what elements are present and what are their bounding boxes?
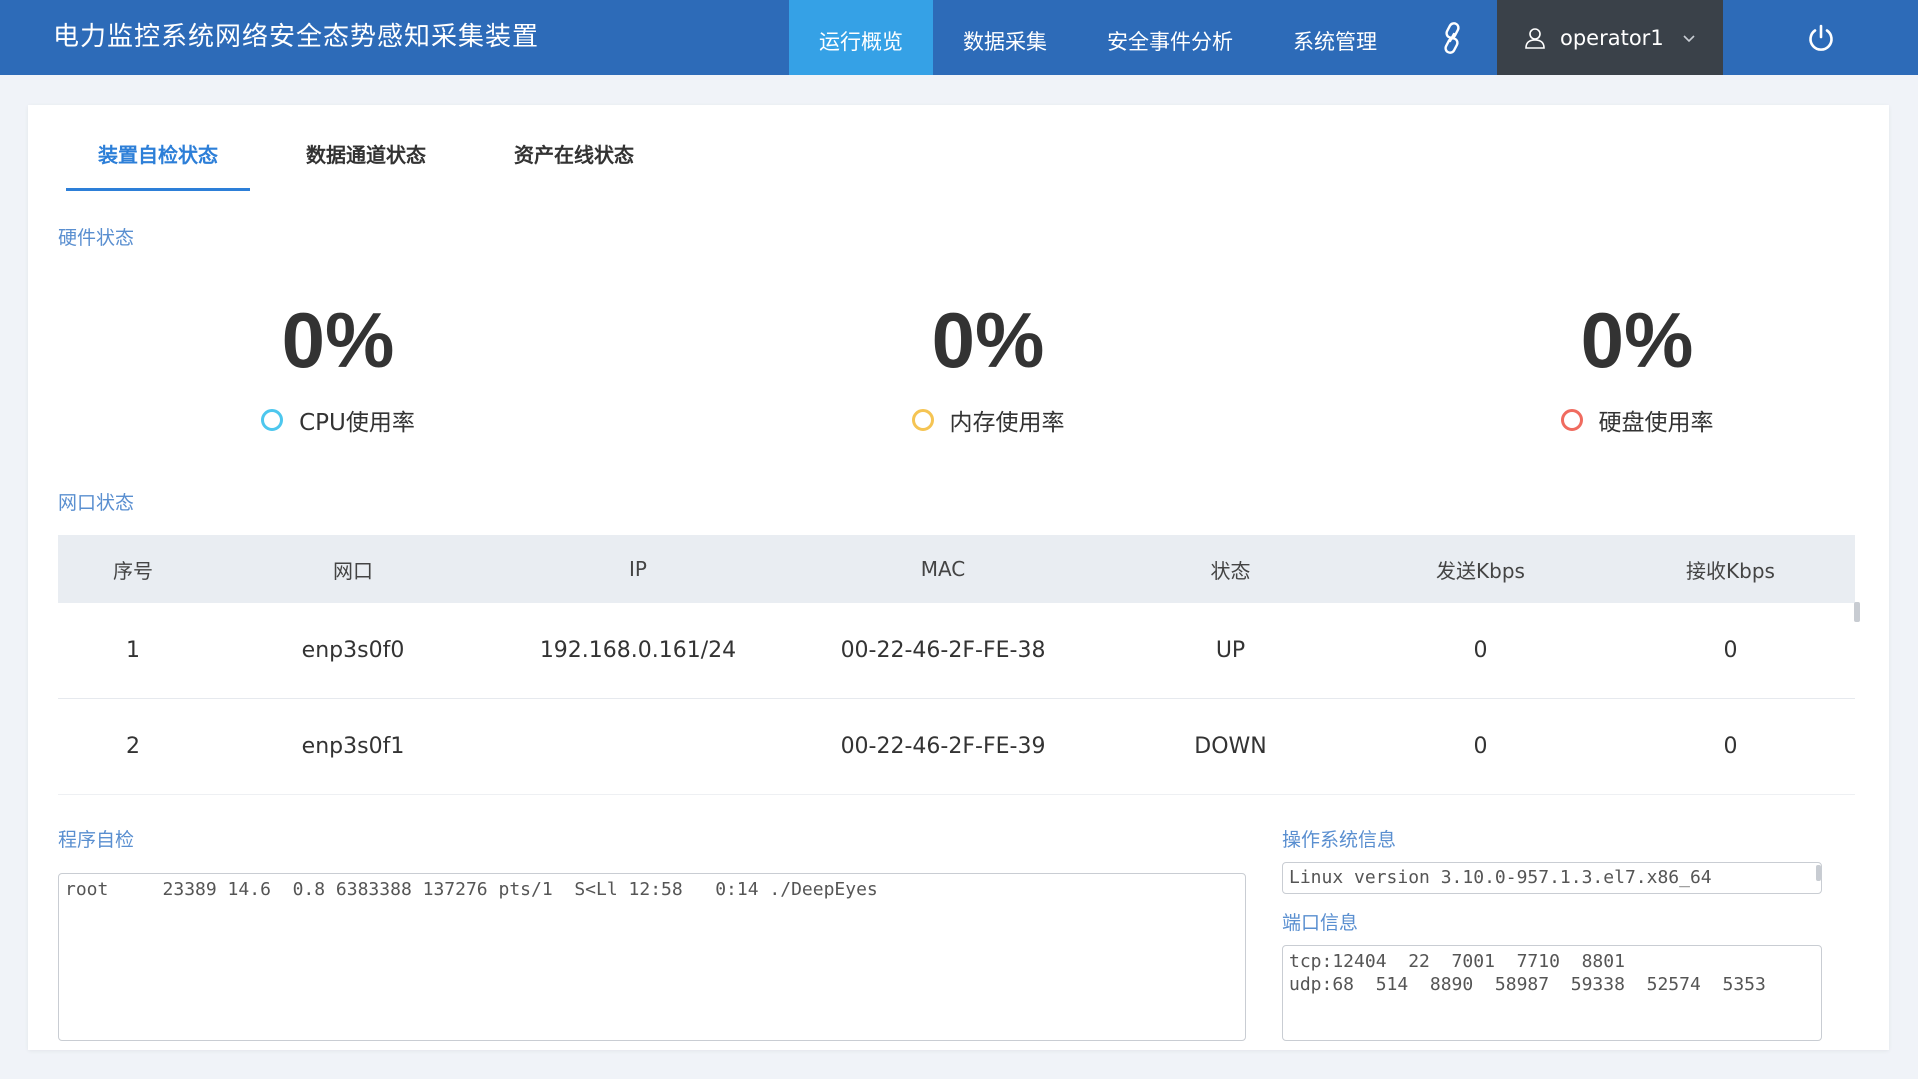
nav-security-event-analysis[interactable]: 安全事件分析 <box>1077 0 1263 75</box>
table-row: 1 enp3s0f0 192.168.0.161/24 00-22-46-2F-… <box>58 603 1855 699</box>
username: operator1 <box>1560 25 1664 50</box>
link-icon <box>1437 21 1467 55</box>
column-header: IP <box>629 557 647 581</box>
tab-data-channel-status[interactable]: 数据通道状态 <box>274 105 458 191</box>
cpu-usage-metric: 0% CPU使用率 <box>178 295 498 437</box>
table-cell: 00-22-46-2F-FE-38 <box>840 638 1046 663</box>
cpu-usage-label: CPU使用率 <box>299 410 415 436</box>
hardware-section-label: 硬件状态 <box>58 227 135 249</box>
table-cell: DOWN <box>1194 734 1267 759</box>
table-row: 2 enp3s0f1 00-22-46-2F-FE-39 DOWN 0 0 <box>58 699 1855 795</box>
nav-overview[interactable]: 运行概览 <box>789 0 933 75</box>
table-cell: 2 <box>126 734 140 759</box>
column-header: 序号 <box>113 558 153 583</box>
disk-usage-metric: 0% 硬盘使用率 <box>1477 295 1797 437</box>
logout-button[interactable] <box>1781 0 1861 75</box>
table-cell: 192.168.0.161/24 <box>539 638 737 663</box>
table-cell: 1 <box>126 638 140 663</box>
table-cell: 0 <box>1473 638 1488 663</box>
os-info-section-label: 操作系统信息 <box>1282 829 1397 851</box>
memory-usage-value: 0% <box>931 296 1045 384</box>
link-button[interactable] <box>1407 0 1497 75</box>
table-cell: 0 <box>1473 734 1488 759</box>
user-icon <box>1524 27 1546 49</box>
port-info-section-label: 端口信息 <box>1282 912 1359 934</box>
disk-usage-label: 硬盘使用率 <box>1598 410 1714 436</box>
nav-data-collection[interactable]: 数据采集 <box>933 0 1077 75</box>
program-check-output[interactable]: root 23389 14.6 0.8 6383388 137276 pts/1… <box>58 873 1246 1041</box>
column-header: 发送Kbps <box>1436 558 1525 583</box>
user-menu[interactable]: operator1 <box>1497 0 1723 75</box>
table-cell: 0 <box>1723 734 1738 759</box>
column-header: 状态 <box>1210 558 1251 583</box>
chevron-down-icon <box>1682 33 1696 43</box>
column-header: MAC <box>920 557 966 581</box>
cpu-usage-value: 0% <box>281 296 395 384</box>
table-cell: 00-22-46-2F-FE-39 <box>840 734 1046 759</box>
os-info-scrollbar[interactable] <box>1816 865 1821 881</box>
disk-usage-value: 0% <box>1580 296 1694 384</box>
tab-asset-online-status[interactable]: 资产在线状态 <box>482 105 666 191</box>
table-cell: enp3s0f1 <box>301 734 405 759</box>
top-header: 电力监控系统网络安全态势感知采集装置 运行概览 数据采集 安全事件分析 系统管理… <box>0 0 1918 75</box>
disk-status-dot <box>1560 409 1583 431</box>
table-cell: 0 <box>1723 638 1738 663</box>
tab-device-self-check[interactable]: 装置自检状态 <box>66 105 250 191</box>
table-header: 序号 网口 IP MAC 状态 发送Kbps 接收Kbps <box>58 535 1855 603</box>
memory-status-dot <box>911 409 934 431</box>
program-check-section-label: 程序自检 <box>58 829 135 851</box>
table-scrollbar[interactable] <box>1854 602 1860 622</box>
nav-system-management[interactable]: 系统管理 <box>1263 0 1407 75</box>
column-header: 接收Kbps <box>1686 558 1775 583</box>
table-cell: enp3s0f0 <box>301 638 405 663</box>
column-header: 网口 <box>333 558 373 583</box>
memory-usage-metric: 0% 内存使用率 <box>828 295 1148 437</box>
memory-usage-label: 内存使用率 <box>949 410 1065 436</box>
network-port-table: 序号 网口 IP MAC 状态 发送Kbps 接收Kbps 1 enp3s0f0… <box>58 535 1855 795</box>
table-cell: UP <box>1215 638 1246 663</box>
os-info-output[interactable]: Linux version 3.10.0-957.1.3.el7.x86_64 <box>1282 862 1822 894</box>
cpu-status-dot <box>261 409 284 431</box>
tab-bar: 装置自检状态 数据通道状态 资产在线状态 <box>66 105 690 191</box>
network-section-label: 网口状态 <box>58 492 135 514</box>
main-nav: 运行概览 数据采集 安全事件分析 系统管理 <box>789 0 1407 75</box>
app-title: 电力监控系统网络安全态势感知采集装置 <box>53 22 540 52</box>
main-card: 装置自检状态 数据通道状态 资产在线状态 硬件状态 0% CPU使用率 0% 内… <box>28 105 1889 1050</box>
port-info-output[interactable]: tcp:12404 22 7001 7710 8801 udp:68 514 8… <box>1282 945 1822 1041</box>
power-icon <box>1806 23 1836 53</box>
